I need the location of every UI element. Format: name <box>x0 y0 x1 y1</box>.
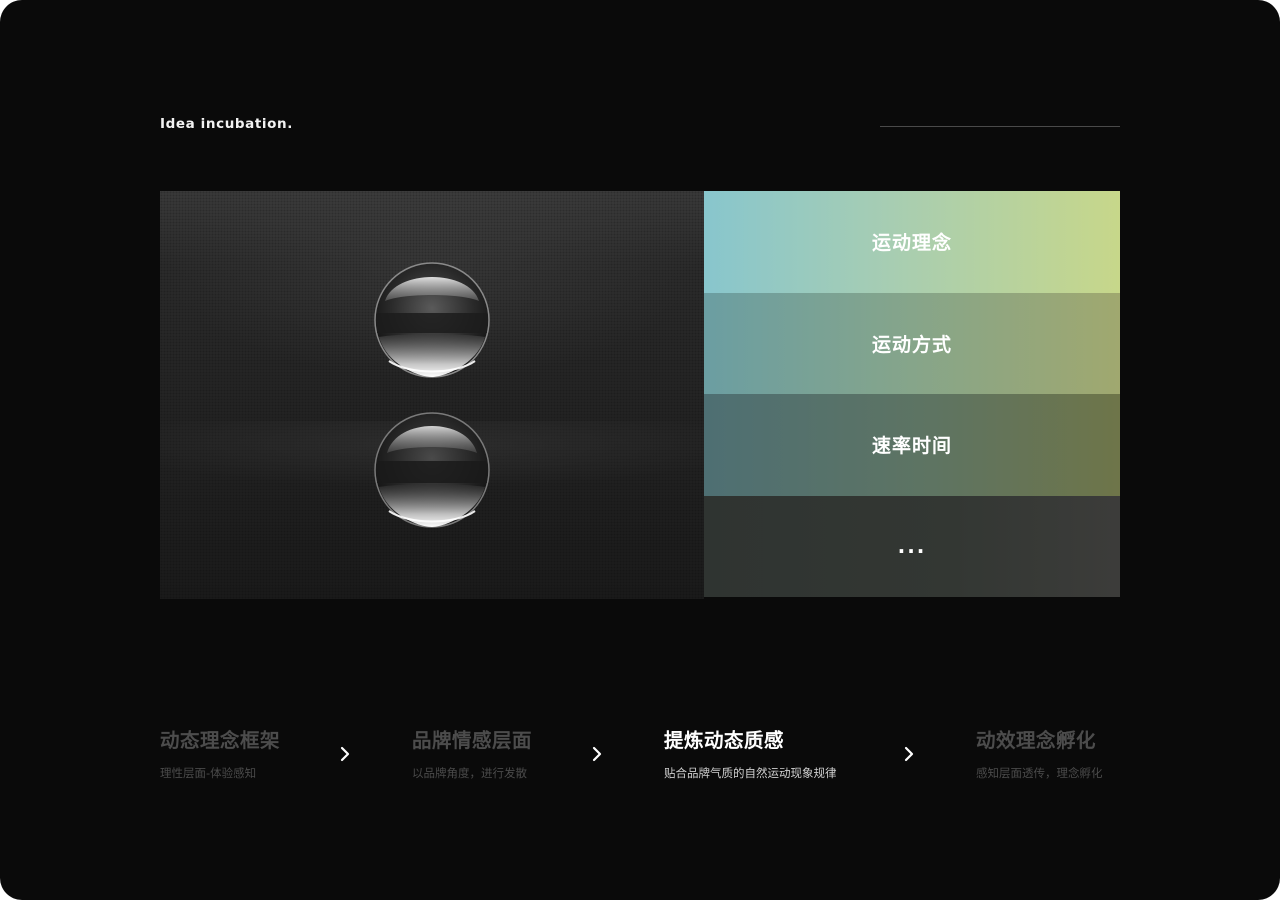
canvas: Idea incubation. 运动理念 运动方式 速率时间 ... 动态理念… <box>0 0 1280 900</box>
step-brand-emotion[interactable]: 品牌情感层面 以品牌角度，进行发散 <box>412 724 532 781</box>
stack-item-motion-style[interactable]: 运动方式 <box>704 292 1120 394</box>
stack-item-speed-time[interactable]: 速率时间 <box>704 394 1120 496</box>
step-dynamic-framework[interactable]: 动态理念框架 理性层面-体验感知 <box>160 724 280 781</box>
page-title: Idea incubation. <box>160 116 293 132</box>
glass-sphere-icon <box>374 412 490 528</box>
chevron-right-icon <box>592 746 602 762</box>
glass-sphere-icon <box>374 262 490 378</box>
step-title: 动态理念框架 <box>160 729 281 752</box>
step-desc: 理性层面-体验感知 <box>160 766 257 780</box>
step-concept-incubation[interactable]: 动效理念孵化 感知层面透传，理念孵化 <box>976 724 1103 781</box>
motion-concept-stack: 运动理念 运动方式 速率时间 ... <box>704 191 1120 597</box>
step-refine-texture[interactable]: 提炼动态质感 贴合品牌气质的自然运动现象规律 <box>664 724 837 781</box>
step-desc: 贴合品牌气质的自然运动现象规律 <box>664 766 837 780</box>
step-title: 品牌情感层面 <box>412 729 533 752</box>
step-title: 提炼动态质感 <box>664 729 785 752</box>
chevron-right-icon <box>904 746 914 762</box>
stack-item-motion-concept[interactable]: 运动理念 <box>704 191 1120 293</box>
sphere-visual-panel <box>160 191 704 599</box>
step-title: 动效理念孵化 <box>976 729 1097 752</box>
stack-item-more[interactable]: ... <box>704 495 1120 597</box>
step-desc: 感知层面透传，理念孵化 <box>976 766 1103 780</box>
step-desc: 以品牌角度，进行发散 <box>412 766 527 780</box>
header-divider <box>880 126 1120 127</box>
chevron-right-icon <box>340 746 350 762</box>
